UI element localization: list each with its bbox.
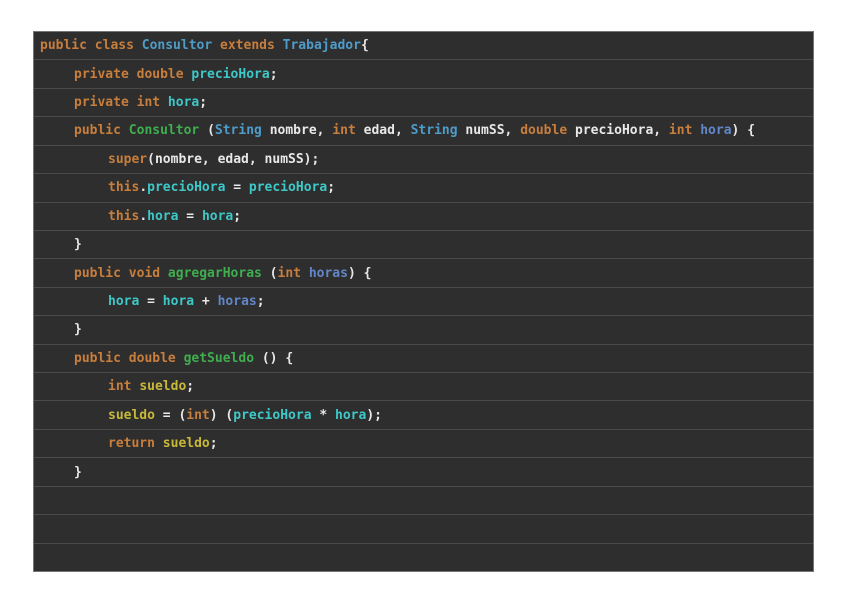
code-token-field: hora [335,407,367,423]
code-token-kw: int [332,123,356,139]
code-line: return sueldo; [34,430,813,459]
code-token-plain: ) ( [209,407,234,423]
code-token-plain: ( [261,265,278,281]
code-line: private int hora; [34,89,813,118]
code-token-plain: edad, [355,123,411,139]
document-page: public class Consultor extends Trabajado… [0,0,848,599]
code-token-plain: ; [209,436,218,452]
code-token-param: hora [700,123,732,139]
code-line: } [34,231,813,260]
code-token-plain: . [139,180,148,196]
code-token-field: hora [108,294,140,309]
code-token-local: sueldo [162,436,210,452]
code-token-plain: (nombre, edad, numSS); [147,151,320,167]
code-token-field: hora [147,208,179,224]
code-token-type: Consultor [141,38,213,54]
code-token-method: getSueldo [183,350,255,366]
code-token-method: Consultor [128,123,200,139]
code-token-kw: public class [40,38,142,54]
code-token-plain: () { [254,350,294,366]
code-token-plain: . [139,208,148,224]
code-token-plain: ; [327,180,336,196]
code-token-type: String [410,123,458,139]
code-token-kw: public [74,123,129,139]
code-token-plain: ; [186,379,195,395]
code-line: public double getSueldo () { [34,345,813,374]
code-token-kw: double [520,123,568,139]
code-line: public Consultor (String nombre, int eda… [34,117,813,146]
code-token-plain: = [139,294,163,309]
code-token-plain: = [225,180,249,196]
code-token-field: precioHora [233,407,312,423]
code-token-field: precioHora [191,66,270,82]
code-token-plain: } [74,237,82,253]
code-token-plain: } [74,322,82,338]
code-line: sueldo = (int) (precioHora * hora); [34,401,813,430]
code-token-kw: int [277,265,301,281]
code-line: private double precioHora; [34,60,813,89]
code-line: super (nombre, edad, numSS); [34,146,813,175]
code-token-plain: + [194,294,218,309]
code-token-kw: public double [74,350,184,366]
code-token-plain: ) { [731,123,756,139]
code-token-kw: this [108,180,140,196]
code-token-type: String [214,123,262,139]
code-token-plain: } [74,464,82,480]
code-token-type: Trabajador [282,38,361,54]
code-token-plain: ( [199,123,215,139]
code-token-param: horas [217,294,257,309]
code-token-plain: ) { [347,265,372,281]
code-line [34,487,813,516]
code-token-param: horas [308,265,348,281]
code-token-plain: ; [199,95,208,111]
code-line: int sueldo; [34,373,813,402]
code-token-field: precioHora [147,180,226,196]
code-token-kw: int [108,379,132,395]
code-line: } [34,316,813,345]
code-token-kw: private int [74,95,168,111]
code-token-field: hora [167,95,200,111]
code-token-kw: super [108,151,148,167]
code-token-plain: * [311,407,336,423]
code-token-kw: int [186,407,210,423]
code-token-field: precioHora [248,180,328,196]
code-token-plain: ; [269,66,278,82]
code-token-kw: return [108,436,155,452]
code-token-kw: extends [220,38,275,54]
code-line: public class Consultor extends Trabajado… [34,32,813,61]
code-token-plain: numSS, [457,123,521,139]
code-token-local: sueldo [139,379,187,395]
code-token-plain: { [360,38,369,54]
code-token-kw: this [108,208,140,224]
code-token-local: sueldo [108,407,155,423]
code-line [34,515,813,544]
code-line: hora = hora + horas; [34,288,813,317]
code-line: } [34,458,813,487]
code-token-plain: nombre, [261,123,333,139]
code-token-method: agregarHoras [167,265,262,281]
code-token-plain: = [178,208,202,224]
code-editor-block[interactable]: public class Consultor extends Trabajado… [33,31,814,572]
code-token-kw: public void [74,265,168,281]
code-line: this. precioHora = precioHora; [34,174,813,203]
code-line: this. hora = hora; [34,203,813,231]
code-token-plain: ; [233,208,242,224]
code-token-plain: = ( [154,407,187,423]
code-token-field: hora [201,208,234,224]
code-token-kw: private double [74,66,192,82]
code-token-plain: ; [256,294,265,309]
code-line: public void agregarHoras (int horas) { [34,259,813,288]
code-token-plain: precioHora, [567,123,669,139]
code-token-plain: ); [366,407,382,423]
code-token-kw: int [668,123,693,139]
code-token-field: hora [162,294,195,309]
